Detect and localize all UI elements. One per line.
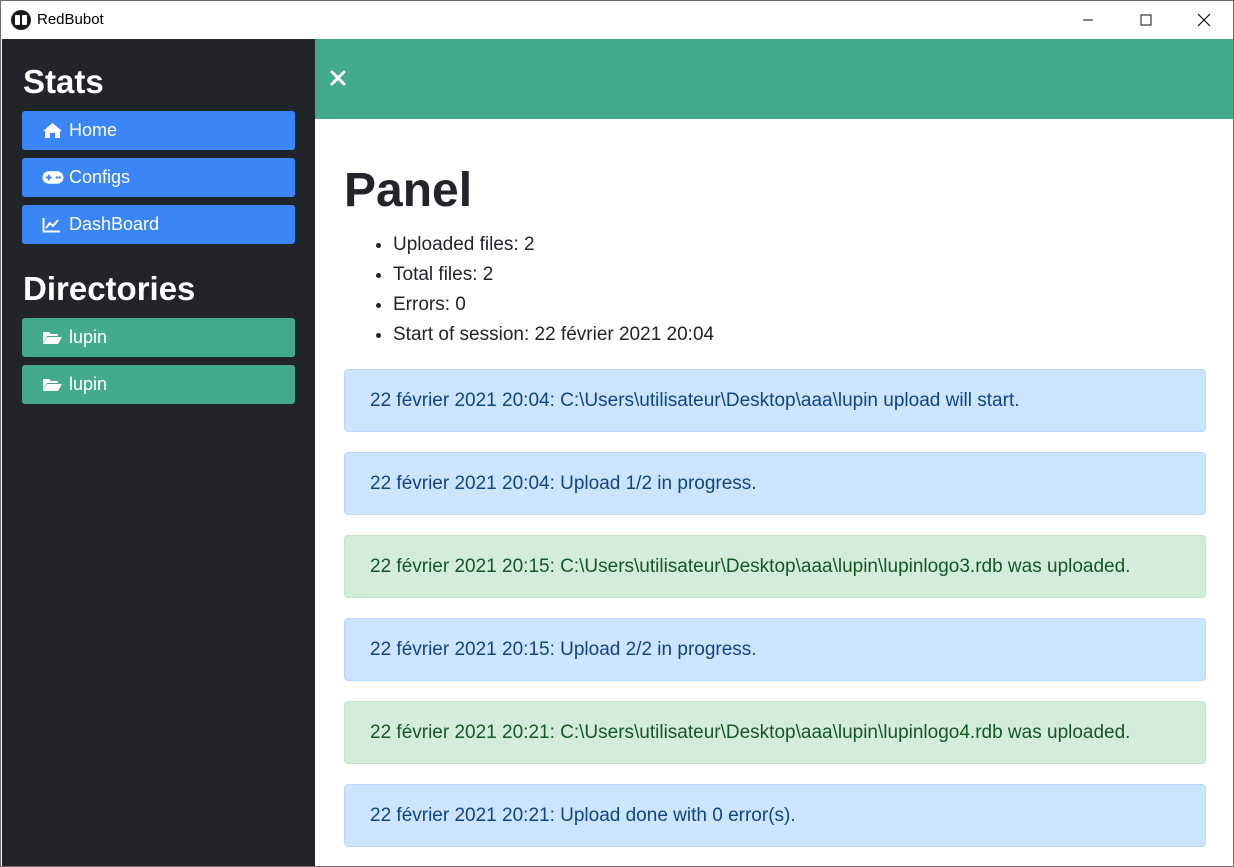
close-window-button[interactable] [1175, 1, 1233, 38]
app-window: RedBubot Stats Home Configs DashBoard Di… [0, 0, 1234, 867]
log-alert-info: 22 février 2021 20:21: Upload done with … [344, 784, 1206, 847]
directory-label: lupin [69, 327, 108, 347]
sidebar: Stats Home Configs DashBoard Directories… [2, 39, 315, 866]
directories-heading: Directories [23, 270, 196, 307]
window-controls [1059, 1, 1233, 38]
stats-nav: Home Configs DashBoard [2, 111, 315, 244]
log-alert-info: 22 février 2021 20:15: Upload 2/2 in pro… [344, 618, 1206, 681]
maximize-icon [1140, 14, 1152, 25]
configs-button[interactable]: Configs [22, 158, 295, 197]
log-alert-success: 22 février 2021 20:21: C:\Users\utilisat… [344, 701, 1206, 764]
page-title: Panel [344, 164, 473, 217]
minimize-button[interactable] [1059, 1, 1117, 38]
chart-line-icon [42, 216, 64, 234]
directories-nav: lupin lupin [2, 318, 315, 404]
close-icon [330, 70, 346, 86]
home-button[interactable]: Home [22, 111, 295, 150]
directory-label: lupin [69, 374, 108, 394]
maximize-button[interactable] [1117, 1, 1175, 38]
stat-errors: Errors: 0 [393, 290, 714, 320]
minimize-icon [1083, 19, 1093, 20]
folder-open-icon [42, 329, 64, 347]
stats-heading: Stats [23, 63, 104, 100]
dashboard-label: DashBoard [69, 214, 160, 234]
log-alert-info: 22 février 2021 20:04: Upload 1/2 in pro… [344, 452, 1206, 515]
stat-uploaded-files: Uploaded files: 2 [393, 230, 714, 260]
gamepad-icon [42, 169, 64, 187]
folder-open-icon [42, 376, 64, 394]
stat-total-files: Total files: 2 [393, 260, 714, 290]
configs-label: Configs [69, 167, 131, 187]
main-content: Panel Uploaded files: 2 Total files: 2 E… [315, 119, 1233, 866]
home-icon [42, 122, 64, 140]
directory-item[interactable]: lupin [22, 365, 295, 404]
upload-log: 22 février 2021 20:04: C:\Users\utilisat… [344, 369, 1206, 866]
dashboard-button[interactable]: DashBoard [22, 205, 295, 244]
directory-item[interactable]: lupin [22, 318, 295, 357]
stat-session-start: Start of session: 22 février 2021 20:04 [393, 320, 714, 350]
window-title: RedBubot [37, 11, 104, 28]
session-stats-list: Uploaded files: 2 Total files: 2 Errors:… [393, 230, 714, 350]
close-icon [1197, 13, 1211, 26]
top-bar [315, 39, 1233, 119]
log-alert-info: 22 février 2021 20:04: C:\Users\utilisat… [344, 369, 1206, 432]
app-logo-icon [11, 9, 31, 30]
title-bar: RedBubot [1, 1, 1233, 38]
close-sidebar-button[interactable] [329, 69, 347, 87]
log-alert-success: 22 février 2021 20:15: C:\Users\utilisat… [344, 535, 1206, 598]
home-label: Home [69, 120, 118, 140]
